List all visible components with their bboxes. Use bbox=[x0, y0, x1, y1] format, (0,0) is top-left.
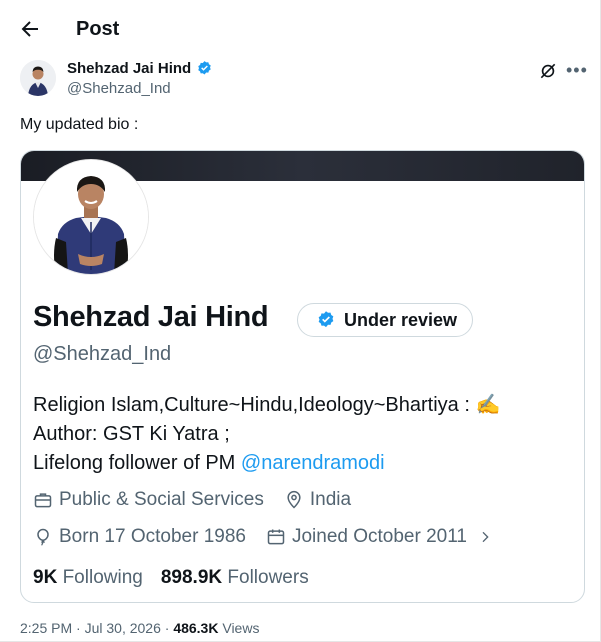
views-label: Views bbox=[218, 620, 260, 636]
profile-meta-row: Public & Social Services India bbox=[33, 489, 371, 511]
follow-stats: 9K Following 898.9K Followers bbox=[33, 567, 309, 589]
chevron-right-icon bbox=[482, 531, 489, 543]
joined-label: Joined October 2011 bbox=[291, 526, 467, 547]
post-timestamp: 2:25 PM · Jul 30, 2026 · 486.3K Views bbox=[20, 620, 259, 636]
page-title: Post bbox=[76, 18, 120, 40]
bio-line: Religion Islam,Culture~Hindu,Ideology~Bh… bbox=[33, 394, 501, 416]
post-text: My updated bio : bbox=[20, 116, 139, 133]
bio-mention-link: @narendramodi bbox=[240, 452, 385, 474]
location-label: India bbox=[309, 489, 352, 510]
location-pin-icon bbox=[287, 490, 301, 509]
balloon-icon bbox=[37, 528, 49, 546]
profile-name: Shehzad Jai Hind bbox=[33, 301, 269, 333]
joined-item: Joined October 2011 bbox=[266, 526, 493, 548]
under-review-label: Under review bbox=[344, 309, 458, 330]
views-count: 486.3K bbox=[173, 620, 219, 636]
briefcase-icon bbox=[34, 493, 52, 508]
following-count: 9K bbox=[33, 567, 58, 588]
profile-bio: Religion Islam,Culture~Hindu,Ideology~Bh… bbox=[33, 391, 500, 478]
profile-handle: @Shehzad_Ind bbox=[33, 343, 172, 365]
following-label: Following bbox=[62, 567, 143, 588]
post-header: Post bbox=[0, 0, 600, 58]
location-item: India bbox=[284, 489, 351, 511]
verified-badge-icon bbox=[198, 61, 211, 75]
category-item: Public & Social Services bbox=[33, 489, 264, 511]
author-name[interactable]: Shehzad Jai Hind bbox=[67, 60, 213, 77]
verified-badge-icon bbox=[318, 311, 334, 328]
followers-count: 898.9K bbox=[160, 567, 223, 588]
followers-stat: 898.9K Followers bbox=[161, 567, 309, 589]
following-stat: 9K Following bbox=[33, 567, 143, 589]
attached-image[interactable]: Shehzad Jai Hind Under review @Shehzad_I… bbox=[20, 150, 585, 603]
birthday-item: Born 17 October 1986 bbox=[33, 526, 246, 548]
calendar-icon bbox=[267, 529, 285, 545]
under-review-badge: Under review bbox=[297, 303, 474, 337]
profile-meta-row: Born 17 October 1986 Joined October 2011 bbox=[33, 526, 513, 548]
more-options-icon[interactable]: ••• bbox=[566, 60, 588, 81]
profile-avatar-image bbox=[34, 160, 148, 274]
post-page: Post Shehzad Jai Hind @Shehzad_Ind ••• M… bbox=[0, 0, 601, 642]
born-label: Born 17 October 1986 bbox=[59, 526, 246, 547]
grok-icon[interactable] bbox=[538, 61, 558, 81]
category-label: Public & Social Services bbox=[59, 489, 264, 510]
author-name-text: Shehzad Jai Hind bbox=[67, 60, 192, 77]
author-avatar[interactable] bbox=[20, 60, 56, 96]
back-arrow-icon[interactable] bbox=[18, 17, 42, 41]
bio-line-text: Lifelong follower of PM bbox=[33, 452, 241, 474]
bio-line: Author: GST Ki Yatra ; bbox=[33, 423, 230, 445]
timestamp-text[interactable]: 2:25 PM · Jul 30, 2026 · bbox=[20, 620, 173, 636]
author-handle[interactable]: @Shehzad_Ind bbox=[67, 80, 171, 97]
bio-line: Lifelong follower of PM @narendramodi bbox=[33, 449, 500, 478]
author-avatar-image bbox=[20, 60, 56, 96]
profile-avatar bbox=[33, 159, 149, 275]
followers-label: Followers bbox=[227, 567, 309, 588]
